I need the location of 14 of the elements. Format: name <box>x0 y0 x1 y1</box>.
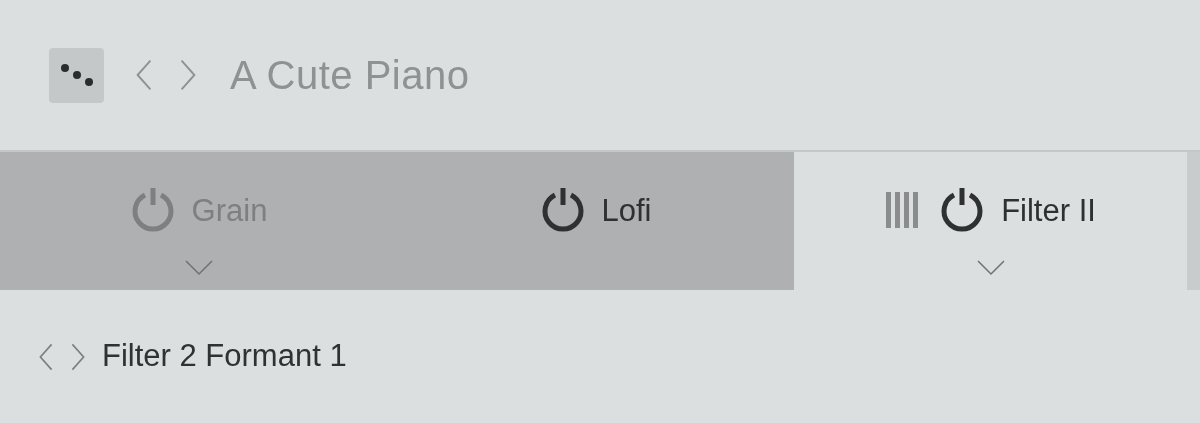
preset-title: A Cute Piano <box>230 52 470 99</box>
preset-name: Filter 2 Formant 1 <box>102 337 347 376</box>
previous-icon[interactable] <box>134 59 154 91</box>
power-icon[interactable] <box>539 187 586 233</box>
effect-tab[interactable]: Filter II <box>794 152 1187 290</box>
chevron-down-icon[interactable] <box>976 260 1005 276</box>
app-icon[interactable] <box>49 47 104 103</box>
tab-label: Filter II <box>1001 194 1096 226</box>
chevron-down-icon[interactable] <box>184 260 213 276</box>
next-icon[interactable] <box>70 342 86 371</box>
tab-label: Lofi <box>601 194 652 226</box>
previous-icon[interactable] <box>38 342 54 371</box>
next-icon[interactable] <box>178 59 198 91</box>
power-icon[interactable] <box>939 187 986 233</box>
